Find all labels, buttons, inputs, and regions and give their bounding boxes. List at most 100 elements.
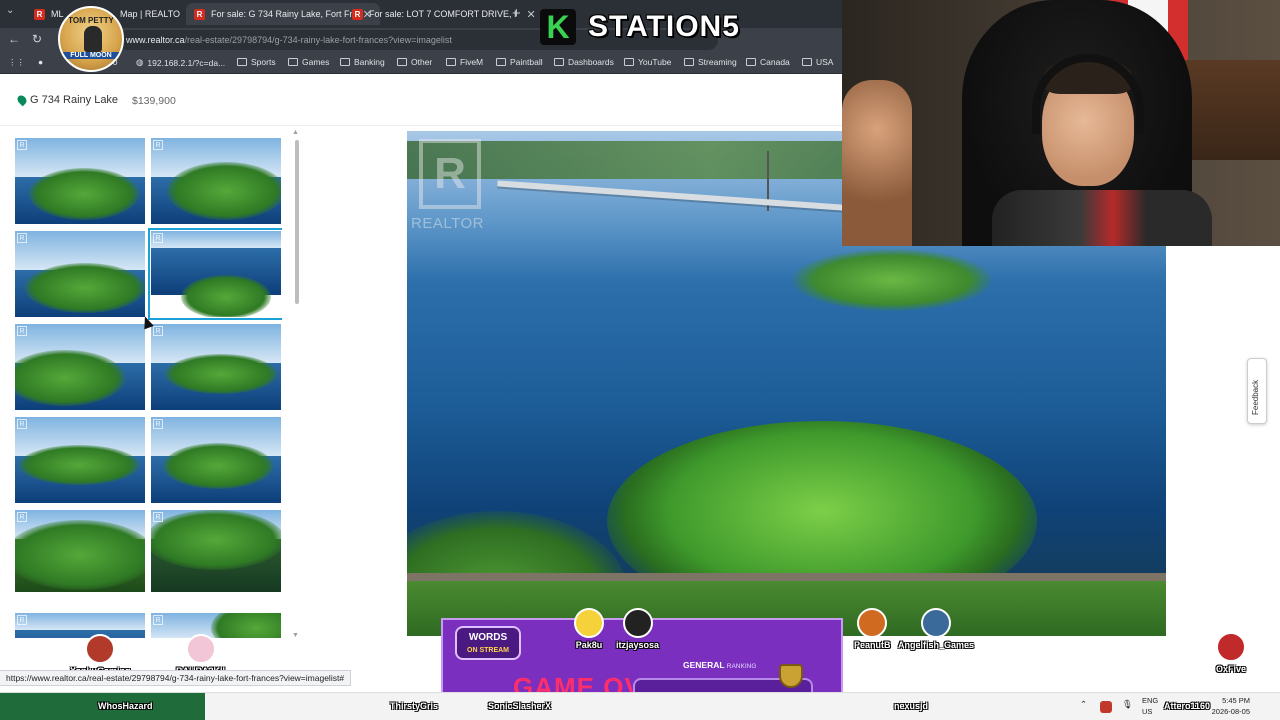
channel-logo-overlay: K STATION5: [540, 4, 840, 50]
album-art-badge: TOM PETTY FULL MOON: [58, 6, 124, 72]
realtor-watermark-icon: R: [153, 615, 163, 625]
thumbnail-10[interactable]: R: [151, 510, 281, 606]
realtor-favicon-icon: R: [194, 8, 205, 20]
folder-icon: [746, 58, 756, 66]
folder-icon: [446, 58, 456, 66]
folder-icon: [397, 58, 407, 66]
photo-rail-track: [407, 573, 1166, 581]
bookmarks-bar: ⋮⋮ ● 00 ◍192.168.2.1/?c=da... Sports Gam…: [0, 52, 842, 74]
bookmark-canada[interactable]: Canada: [746, 57, 790, 67]
back-arrow-icon[interactable]: ←: [8, 32, 20, 46]
webcam-second-person: [842, 80, 912, 246]
url-path: /real-estate/29798794/g-734-rainy-lake-f…: [184, 35, 452, 45]
webcam-feed: [842, 0, 1280, 246]
bookmark-streaming[interactable]: Streaming: [684, 57, 737, 67]
realtor-favicon-icon: R: [352, 8, 363, 20]
bookmark-banking[interactable]: Banking: [340, 57, 385, 67]
viewer-avatar: Pak8u: [574, 608, 604, 650]
thumbnail-3[interactable]: R: [15, 231, 145, 317]
bookmark-usa[interactable]: USA: [802, 57, 833, 67]
thumbnail-gallery: R R R R R R R R R R R R: [14, 138, 282, 638]
photo-far-island: [792, 249, 992, 311]
thumbnail-5[interactable]: R: [15, 324, 145, 410]
bookmark-youtube[interactable]: YouTube: [624, 57, 671, 67]
ranking-title: GENERAL RANKING: [683, 660, 757, 670]
thumbnail-7[interactable]: R: [15, 417, 145, 503]
viewer-avatar: Angelfish_Games: [898, 608, 974, 650]
bookmark-sports[interactable]: Sports: [237, 57, 276, 67]
tray-app-icon[interactable]: [1100, 701, 1112, 713]
listing-price: $139,900: [132, 95, 176, 107]
realtor-watermark: R REALTOR: [407, 131, 497, 232]
scrollbar-thumb[interactable]: [295, 140, 299, 304]
listing-title[interactable]: G 734 Rainy Lake: [15, 93, 118, 107]
scroll-down-arrow-icon[interactable]: ▼: [292, 632, 299, 639]
viewer-avatar: OxFive: [1216, 632, 1246, 674]
folder-icon: [340, 58, 350, 66]
bookmark-router[interactable]: ◍ 192.168.2.1/?c=da...: [136, 57, 225, 68]
folder-icon: [288, 58, 298, 66]
realtor-watermark-icon: R: [153, 233, 163, 243]
realtor-watermark-label: REALTOR: [411, 215, 484, 232]
folder-icon: [802, 58, 812, 66]
status-bar-url: https://www.realtor.ca/real-estate/29798…: [0, 670, 352, 686]
bookmark-fivem[interactable]: FiveM: [446, 57, 483, 67]
viewer-name: Attero1160: [1164, 701, 1211, 711]
realtor-watermark-icon: R: [153, 512, 163, 522]
folder-icon: [237, 58, 247, 66]
taskbar: WhosHazard ThirstyGris SonicSlasherX nex…: [0, 692, 1280, 720]
apps-grid-icon[interactable]: ⋮⋮: [8, 57, 25, 68]
tab-list-icon[interactable]: ⌄: [6, 5, 14, 16]
viewer-name: SonicSlasherX: [488, 701, 552, 711]
realtor-watermark-icon: R: [17, 233, 27, 243]
realtor-favicon-icon: R: [34, 8, 45, 20]
realtor-watermark-icon: R: [17, 512, 27, 522]
thumbnail-4-selected[interactable]: R: [148, 228, 282, 320]
tray-chevron-icon[interactable]: ⌃: [1080, 699, 1087, 710]
new-tab-button[interactable]: +: [512, 5, 521, 22]
viewer-avatar: PeanutB: [854, 608, 891, 650]
input-language[interactable]: ENG US: [1142, 695, 1158, 717]
thumbnail-6[interactable]: R: [151, 324, 281, 410]
bookmark-paintball[interactable]: Paintball: [496, 57, 543, 67]
trophy-icon: [779, 664, 803, 688]
realtor-watermark-icon: R: [17, 326, 27, 336]
close-tab-icon[interactable]: ✕: [527, 8, 536, 21]
viewer-name: nexusjd: [894, 701, 929, 711]
realtor-watermark-icon: R: [153, 326, 163, 336]
realtor-watermark-icon: R: [17, 419, 27, 429]
folder-icon: [684, 58, 694, 66]
thumbnail-1[interactable]: R: [15, 138, 145, 224]
realtor-watermark-icon: R: [17, 140, 27, 150]
realtor-watermark-icon: R: [153, 140, 163, 150]
thumbnail-8[interactable]: R: [151, 417, 281, 503]
globe-icon: ◍: [136, 57, 144, 67]
map-pin-icon: [15, 93, 29, 107]
reload-icon[interactable]: ↻: [32, 32, 42, 46]
bookmark-other[interactable]: Other: [397, 57, 432, 67]
thumbnail-scrollbar[interactable]: [294, 132, 300, 640]
screen: ⌄ R ML Map | REALTO ✕ R For sale: G 734 …: [0, 0, 1280, 720]
channel-name: STATION5: [588, 10, 740, 43]
thumbnail-2[interactable]: R: [151, 138, 281, 224]
album-figure-icon: [84, 26, 102, 52]
bookmark-dashboards[interactable]: Dashboards: [554, 57, 614, 67]
viewer-name: ThirstyGris: [390, 701, 439, 711]
google-icon[interactable]: ●: [38, 57, 43, 67]
bookmark-games[interactable]: Games: [288, 57, 329, 67]
feedback-tab[interactable]: Feedback: [1247, 358, 1267, 424]
realtor-watermark-icon: R: [153, 419, 163, 429]
realtor-logo-icon: R: [419, 139, 481, 209]
thumbnail-9[interactable]: R: [15, 510, 145, 606]
folder-icon: [554, 58, 564, 66]
microphone-icon[interactable]: 🎙: [1122, 699, 1133, 710]
viewer-name: WhosHazard: [98, 701, 153, 711]
viewer-avatar: itzjaysosa: [616, 608, 659, 650]
photo-bridge: [497, 180, 857, 212]
folder-icon: [624, 58, 634, 66]
folder-icon: [496, 58, 506, 66]
url-domain: www.realtor.ca: [126, 35, 185, 45]
webcam-streamer-shirt: [992, 190, 1212, 246]
realtor-watermark-icon: R: [17, 615, 27, 625]
clock[interactable]: 5:45 PM 2026-08-05: [1210, 695, 1250, 717]
